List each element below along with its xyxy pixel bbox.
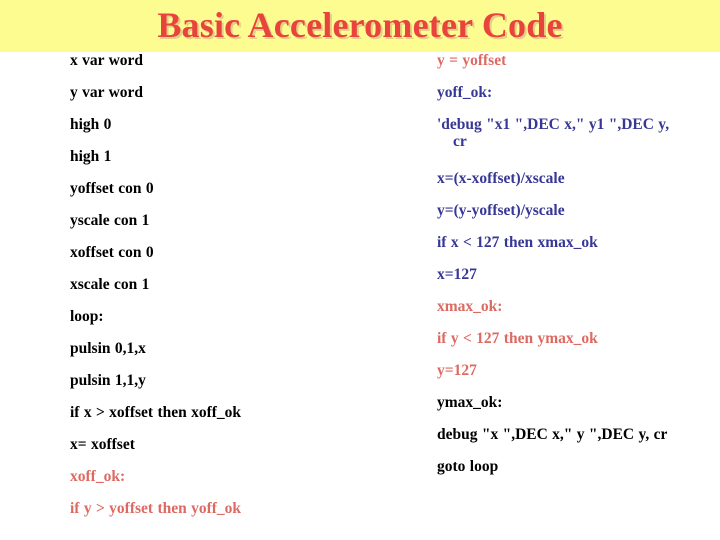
code-line: y = yoffset [437,52,507,69]
code-line: yoffset con 0 [70,180,154,197]
code-line: x=127 [437,266,477,283]
left-code-column: x var word y var word high 0 high 1 yoffset … [70,52,415,532]
code-line: goto loop [437,458,499,475]
code-line: xscale con 1 [70,276,150,293]
code-line: y=(y-yoffset)/yscale [437,202,565,219]
slide: Basic Accelerometer Code x var word y var… [0,0,720,540]
code-line: 'debug "x1 ",DEC x," y1 ",DEC y, cr [437,116,720,150]
code-line-row: yoffset con 0 [70,180,415,212]
code-line-row: if x > xoffset then xoff_ok [70,404,415,436]
code-line-row: debug "x ",DEC x," y ",DEC y, cr [437,426,720,458]
code-line: x=(x-xoffset)/xscale [437,170,565,187]
code-body: x var word y var word high 0 high 1 yoffset … [0,52,720,540]
code-line-row: pulsin 0,1,x [70,340,415,372]
page-title: Basic Accelerometer Code [157,5,563,45]
code-line-row: loop: [70,308,415,340]
code-line: y=127 [437,362,477,379]
code-line: if x > xoffset then xoff_ok [70,404,242,421]
code-line-row: y var word [70,84,415,116]
code-line-row: pulsin 1,1,y [70,372,415,404]
code-line-wrap: cr [453,133,467,150]
code-line-row: yoff_ok: [437,84,720,116]
code-line-row: ymax_ok: [437,394,720,426]
code-line-row: xmax_ok: [437,298,720,330]
code-line: if y > yoffset then yoff_ok [70,500,242,517]
code-line-row: x=127 [437,266,720,298]
code-line-row: x var word [70,52,415,84]
code-line-row: if x < 127 then xmax_ok [437,234,720,266]
code-line-row: x= xoffset [70,436,415,468]
code-line: x= xoffset [70,436,135,453]
right-code-column: y = yoffset yoff_ok: 'debug "x1 ",DEC x," … [437,52,720,490]
code-line-row: if y > yoffset then yoff_ok [70,500,415,532]
code-line: y var word [70,84,144,101]
code-line: yscale con 1 [70,212,150,229]
code-line-row: y=(y-yoffset)/yscale [437,202,720,234]
code-line-row: high 0 [70,116,415,148]
code-line-row: goto loop [437,458,720,490]
code-line: xmax_ok: [437,298,503,315]
code-line-row: high 1 [70,148,415,180]
code-line: high 1 [70,148,112,165]
code-line-row: xoffset con 0 [70,244,415,276]
code-line-row: x=(x-xoffset)/xscale [437,170,720,202]
code-line: x var word [70,52,144,69]
code-line: if x < 127 then xmax_ok [437,234,598,251]
code-line: loop: [70,308,104,325]
code-line: pulsin 1,1,y [70,372,146,389]
code-line-row: 'debug "x1 ",DEC x," y1 ",DEC y, cr [437,116,720,170]
code-line-row: y=127 [437,362,720,394]
code-line: debug "x ",DEC x," y ",DEC y, cr [437,426,668,443]
code-line: if y < 127 then ymax_ok [437,330,598,347]
code-line: xoff_ok: [70,468,126,485]
code-line: xoffset con 0 [70,244,154,261]
code-line-row: y = yoffset [437,52,720,84]
code-line-row: xoff_ok: [70,468,415,500]
code-line-row: if y < 127 then ymax_ok [437,330,720,362]
code-line-row: yscale con 1 [70,212,415,244]
code-line-row: xscale con 1 [70,276,415,308]
code-line: pulsin 0,1,x [70,340,146,357]
code-line: yoff_ok: [437,84,493,101]
code-line: high 0 [70,116,112,133]
code-line: ymax_ok: [437,394,503,411]
